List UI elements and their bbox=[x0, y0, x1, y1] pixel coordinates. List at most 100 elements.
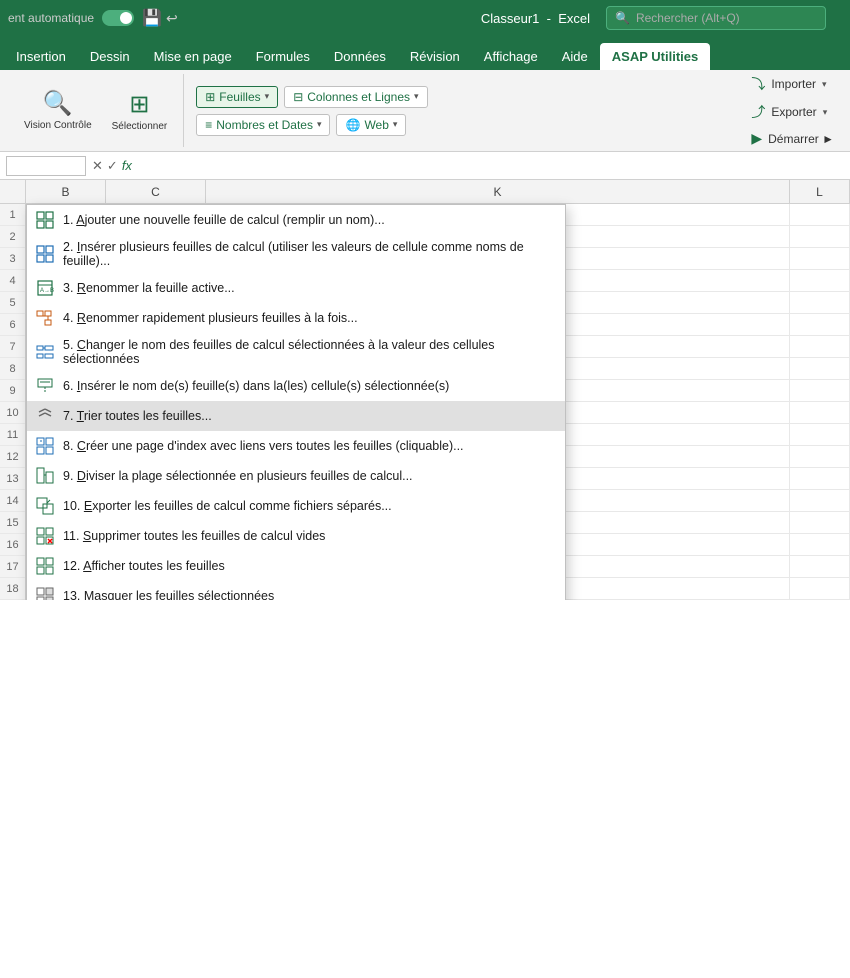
menu-item-4[interactable]: 4. Renommer rapidement plusieurs feuille… bbox=[27, 303, 565, 333]
exporter-icon: ⤴ bbox=[751, 102, 765, 122]
tab-affichage[interactable]: Affichage bbox=[472, 43, 550, 70]
feuilles-arrow: ▾ bbox=[265, 91, 270, 102]
importer-button[interactable]: ⤵ Importer ▾ bbox=[743, 72, 842, 96]
search-icon: 🔍 bbox=[615, 11, 630, 25]
titlebar: ent automatique 💾 ↩ Classeur1 - Excel 🔍 … bbox=[0, 0, 850, 36]
menu-text-13: 13. Masquer les feuilles sélectionnées bbox=[63, 589, 274, 600]
menu-text-8: 8. Créer une page d'index avec liens ver… bbox=[63, 439, 464, 453]
vision-controle-button[interactable]: 🔍 Vision Contrôle bbox=[16, 85, 100, 136]
ribbon-tabs: Insertion Dessin Mise en page Formules D… bbox=[0, 36, 850, 70]
nombres-dates-button[interactable]: ≡ Nombres et Dates ▾ bbox=[196, 114, 330, 136]
tab-insertion[interactable]: Insertion bbox=[4, 43, 78, 70]
exporter-button[interactable]: ⤴ Exporter ▾ bbox=[743, 100, 842, 124]
menu-item-1[interactable]: 1. Ajouter une nouvelle feuille de calcu… bbox=[27, 205, 565, 235]
tab-aide[interactable]: Aide bbox=[550, 43, 600, 70]
colonnes-arrow: ▾ bbox=[414, 91, 419, 102]
autosave-toggle[interactable] bbox=[102, 10, 134, 26]
web-icon: 🌐 bbox=[345, 118, 360, 132]
filename: Classeur1 bbox=[481, 11, 540, 26]
svg-text:A→B: A→B bbox=[40, 288, 54, 294]
fx-icon[interactable]: fx bbox=[122, 158, 132, 173]
menu-icon-2 bbox=[35, 244, 55, 264]
nombres-icon: ≡ bbox=[205, 118, 212, 132]
demarrer-button[interactable]: ▶ Démarrer ► bbox=[743, 128, 842, 149]
row-16: 16 bbox=[0, 534, 25, 556]
row-1: 1 bbox=[0, 204, 25, 226]
menu-icon-6 bbox=[35, 376, 55, 396]
tab-revision[interactable]: Révision bbox=[398, 43, 472, 70]
search-placeholder: Rechercher (Alt+Q) bbox=[636, 11, 740, 25]
exporter-label: Exporter bbox=[771, 105, 816, 119]
spreadsheet: 1 2 3 4 5 6 7 8 9 10 11 12 13 14 15 16 1… bbox=[0, 204, 850, 600]
selectionner-label: Sélectionner bbox=[112, 121, 168, 132]
menu-icon-10 bbox=[35, 496, 55, 516]
col-header-b: B bbox=[26, 180, 106, 203]
web-button[interactable]: 🌐 Web ▾ bbox=[336, 114, 406, 136]
tab-donnees[interactable]: Données bbox=[322, 43, 398, 70]
menu-text-4: 4. Renommer rapidement plusieurs feuille… bbox=[63, 311, 358, 325]
nombres-label: Nombres et Dates bbox=[216, 118, 313, 132]
row-11: 11 bbox=[0, 424, 25, 446]
menu-item-6[interactable]: 6. Insérer le nom de(s) feuille(s) dans … bbox=[27, 371, 565, 401]
ribbon-group-left: 🔍 Vision Contrôle ⊞ Sélectionner bbox=[8, 74, 184, 147]
titlebar-title: Classeur1 - Excel bbox=[481, 11, 590, 26]
row-numbers: 1 2 3 4 5 6 7 8 9 10 11 12 13 14 15 16 1… bbox=[0, 204, 26, 600]
column-headers: B C K L bbox=[0, 180, 850, 204]
feuilles-label: Feuilles bbox=[219, 90, 260, 104]
search-box[interactable]: 🔍 Rechercher (Alt+Q) bbox=[606, 6, 826, 30]
row-2: 2 bbox=[0, 226, 25, 248]
importer-arrow: ▾ bbox=[822, 79, 827, 90]
row-4: 4 bbox=[0, 270, 25, 292]
menu-item-5[interactable]: 5. Changer le nom des feuilles de calcul… bbox=[27, 333, 565, 371]
autosave-label: ent automatique bbox=[8, 11, 94, 25]
cross-icon[interactable]: ✕ bbox=[92, 158, 103, 174]
menu-item-13[interactable]: 13. Masquer les feuilles sélectionnées bbox=[27, 581, 565, 600]
ribbon-dropdown-group: ⊞ Feuilles ▾ ⊟ Colonnes et Lignes ▾ ≡ No… bbox=[188, 74, 427, 147]
formula-input[interactable] bbox=[138, 156, 844, 176]
row-12: 12 bbox=[0, 446, 25, 468]
demarrer-icon: ▶ bbox=[751, 130, 762, 147]
col-header-c: C bbox=[106, 180, 206, 203]
menu-item-11[interactable]: 11. Supprimer toutes les feuilles de cal… bbox=[27, 521, 565, 551]
menu-icon-3: A→B bbox=[35, 278, 55, 298]
menu-item-10[interactable]: 10. Exporter les feuilles de calcul comm… bbox=[27, 491, 565, 521]
web-arrow: ▾ bbox=[393, 119, 398, 130]
undo-icon[interactable]: ↩ bbox=[166, 10, 178, 27]
feuilles-button[interactable]: ⊞ Feuilles ▾ bbox=[196, 86, 278, 108]
ribbon-toolbar: 🔍 Vision Contrôle ⊞ Sélectionner ⊞ Feuil… bbox=[0, 70, 850, 152]
menu-icon-11 bbox=[35, 526, 55, 546]
save-icon[interactable]: 💾 bbox=[142, 8, 162, 28]
menu-icon-12 bbox=[35, 556, 55, 576]
tab-dessin[interactable]: Dessin bbox=[78, 43, 142, 70]
colonnes-lignes-button[interactable]: ⊟ Colonnes et Lignes ▾ bbox=[284, 86, 427, 108]
menu-text-12: 12. Afficher toutes les feuilles bbox=[63, 559, 225, 573]
titlebar-icons: 💾 ↩ bbox=[142, 8, 178, 28]
menu-text-2: 2. Insérer plusieurs feuilles de calcul … bbox=[63, 240, 557, 268]
menu-item-7[interactable]: 7. Trier toutes les feuilles... bbox=[27, 401, 565, 431]
selectionner-button[interactable]: ⊞ Sélectionner bbox=[104, 86, 176, 136]
feuilles-dropdown-menu: 1. Ajouter une nouvelle feuille de calcu… bbox=[26, 204, 566, 600]
vision-icon: 🔍 bbox=[43, 89, 73, 118]
name-box[interactable] bbox=[6, 156, 86, 176]
menu-item-2[interactable]: 2. Insérer plusieurs feuilles de calcul … bbox=[27, 235, 565, 273]
selectionner-icon: ⊞ bbox=[129, 90, 149, 119]
tab-mise-en-page[interactable]: Mise en page bbox=[142, 43, 244, 70]
row-14: 14 bbox=[0, 490, 25, 512]
row-18: 18 bbox=[0, 578, 25, 600]
menu-item-9[interactable]: 9. Diviser la plage sélectionnée en plus… bbox=[27, 461, 565, 491]
tab-formules[interactable]: Formules bbox=[244, 43, 322, 70]
menu-item-3[interactable]: A→B 3. Renommer la feuille active... bbox=[27, 273, 565, 303]
col-header-l: L bbox=[790, 180, 850, 203]
menu-item-12[interactable]: 12. Afficher toutes les feuilles bbox=[27, 551, 565, 581]
web-label: Web bbox=[364, 118, 388, 132]
exporter-arrow: ▾ bbox=[823, 107, 828, 118]
tab-asap[interactable]: ASAP Utilities bbox=[600, 43, 710, 70]
menu-icon-7 bbox=[35, 406, 55, 426]
check-icon[interactable]: ✓ bbox=[107, 158, 118, 174]
formula-bar: ✕ ✓ fx bbox=[0, 152, 850, 180]
menu-item-8[interactable]: 8. Créer une page d'index avec liens ver… bbox=[27, 431, 565, 461]
menu-text-9: 9. Diviser la plage sélectionnée en plus… bbox=[63, 469, 413, 483]
importer-label: Importer bbox=[771, 77, 816, 91]
app-name: Excel bbox=[558, 11, 590, 26]
row-7: 7 bbox=[0, 336, 25, 358]
